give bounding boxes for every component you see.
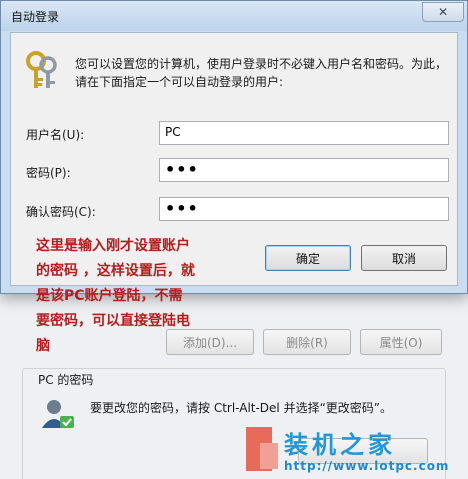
change-password-hint: 要更改您的密码，请按 Ctrl-Alt-Del 并选择“更改密码”。 <box>90 401 393 415</box>
confirm-password-label: 确认密码(C): <box>26 205 96 219</box>
description: 您可以设置您的计算机，使用户登录时不必键入用户名和密码。为此， 请在下面指定一个… <box>75 55 455 91</box>
cancel-button[interactable]: 取消 <box>361 245 447 271</box>
ok-button[interactable]: 确定 <box>265 245 351 271</box>
description-line-2: 请在下面指定一个可以自动登录的用户: <box>75 75 284 89</box>
remove-button[interactable]: 删除(R) <box>263 329 351 355</box>
password-input[interactable]: ••• <box>159 158 449 182</box>
annotation-line-3: 是该PC账户登陆，不需 <box>36 288 183 304</box>
annotation-line-1: 这里是输入刚才设置账户 <box>36 238 190 254</box>
properties-button[interactable]: 属性(O) <box>360 329 442 355</box>
user-icon <box>40 398 76 435</box>
watermark-url: http://www.lotpc.com <box>284 459 450 473</box>
confirm-password-input[interactable]: ••• <box>159 197 449 221</box>
watermark-logo: 装机之家 http://www.lotpc.com <box>244 423 468 479</box>
password-label: 密码(P): <box>26 166 71 180</box>
annotation-note: 这里是输入刚才设置账户 的密码 ，这样设置后，就 是该PC账户登陆，不需 要密码… <box>36 234 246 359</box>
titlebar: 自动登录 ✕ <box>1 1 467 31</box>
keys-icon <box>24 51 60 94</box>
watermark-block-accent <box>260 443 278 469</box>
username-input[interactable]: PC <box>159 121 449 145</box>
dialog-title: 自动登录 <box>11 10 60 24</box>
annotation-line-5: 脑 <box>36 338 50 354</box>
annotation-line-2: 的密码 ，这样设置后，就 <box>36 263 195 279</box>
close-icon: ✕ <box>437 5 449 19</box>
watermark-title: 装机之家 <box>284 431 396 459</box>
password-group-title: PC 的密码 <box>34 371 98 388</box>
annotation-line-4: 要密码，可以直接登陆电 <box>36 313 190 329</box>
description-line-1: 您可以设置您的计算机，使用户登录时不必键入用户名和密码。为此， <box>75 57 448 71</box>
close-button[interactable]: ✕ <box>422 2 464 22</box>
username-label: 用户名(U): <box>26 128 85 142</box>
